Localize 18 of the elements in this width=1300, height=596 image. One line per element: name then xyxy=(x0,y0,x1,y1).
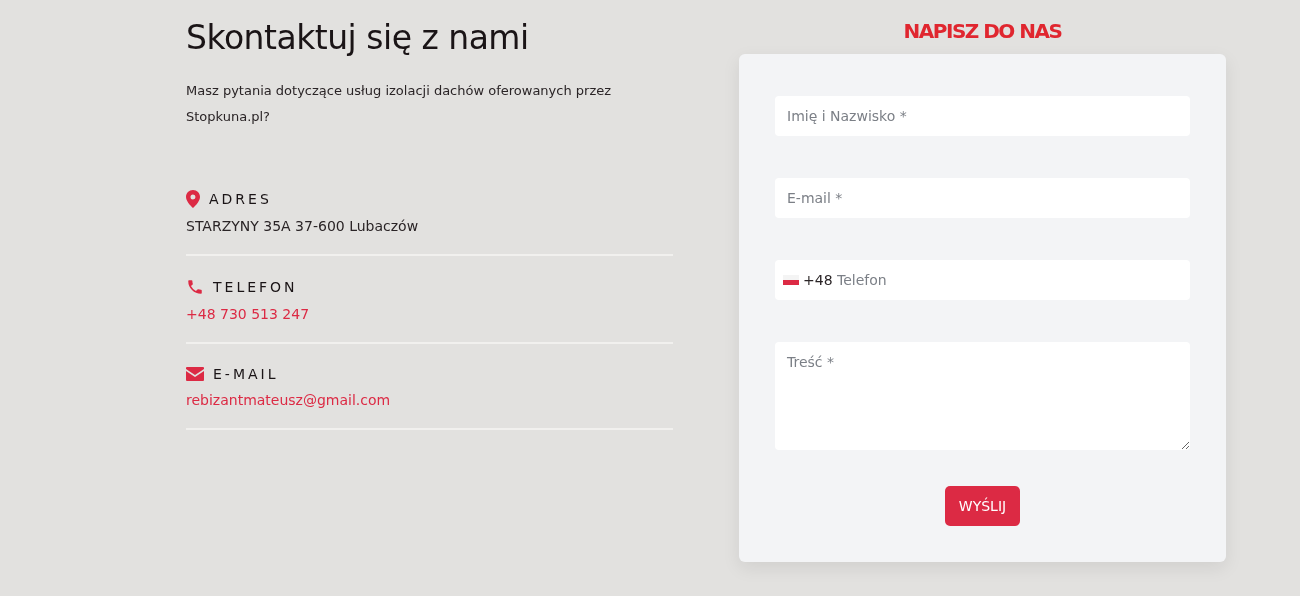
contact-label: E-MAIL xyxy=(213,366,279,382)
contact-label: TELEFON xyxy=(213,279,298,295)
country-code[interactable]: +48 xyxy=(803,272,833,288)
input-field[interactable]: E-mail * xyxy=(775,178,1190,218)
contact-value: STARZYNY 35A 37-600 Lubaczów xyxy=(186,218,420,234)
phone-icon xyxy=(186,278,204,296)
submit-button[interactable]: WYŚLIJ xyxy=(944,486,1021,526)
message-field[interactable]: Treść * xyxy=(775,342,1190,450)
form-title: NAPISZ DO NAS xyxy=(903,18,1062,44)
location-pin-icon xyxy=(186,190,200,208)
page-title: Skontaktuj się z nami xyxy=(186,17,530,59)
flag-icon xyxy=(783,275,799,285)
envelope-icon xyxy=(186,367,204,381)
contact-link[interactable]: rebizantmateusz@gmail.com xyxy=(186,392,673,408)
contact-label: ADRES xyxy=(209,191,272,207)
input-field[interactable]: Imię i Nazwisko * xyxy=(775,96,1190,136)
intro-text: Masz pytania dotyczące usług izolacji dachów oferowanych przez Stopkuna.pl? xyxy=(186,82,613,126)
contact-link[interactable]: +48 730 513 247 xyxy=(186,306,673,322)
